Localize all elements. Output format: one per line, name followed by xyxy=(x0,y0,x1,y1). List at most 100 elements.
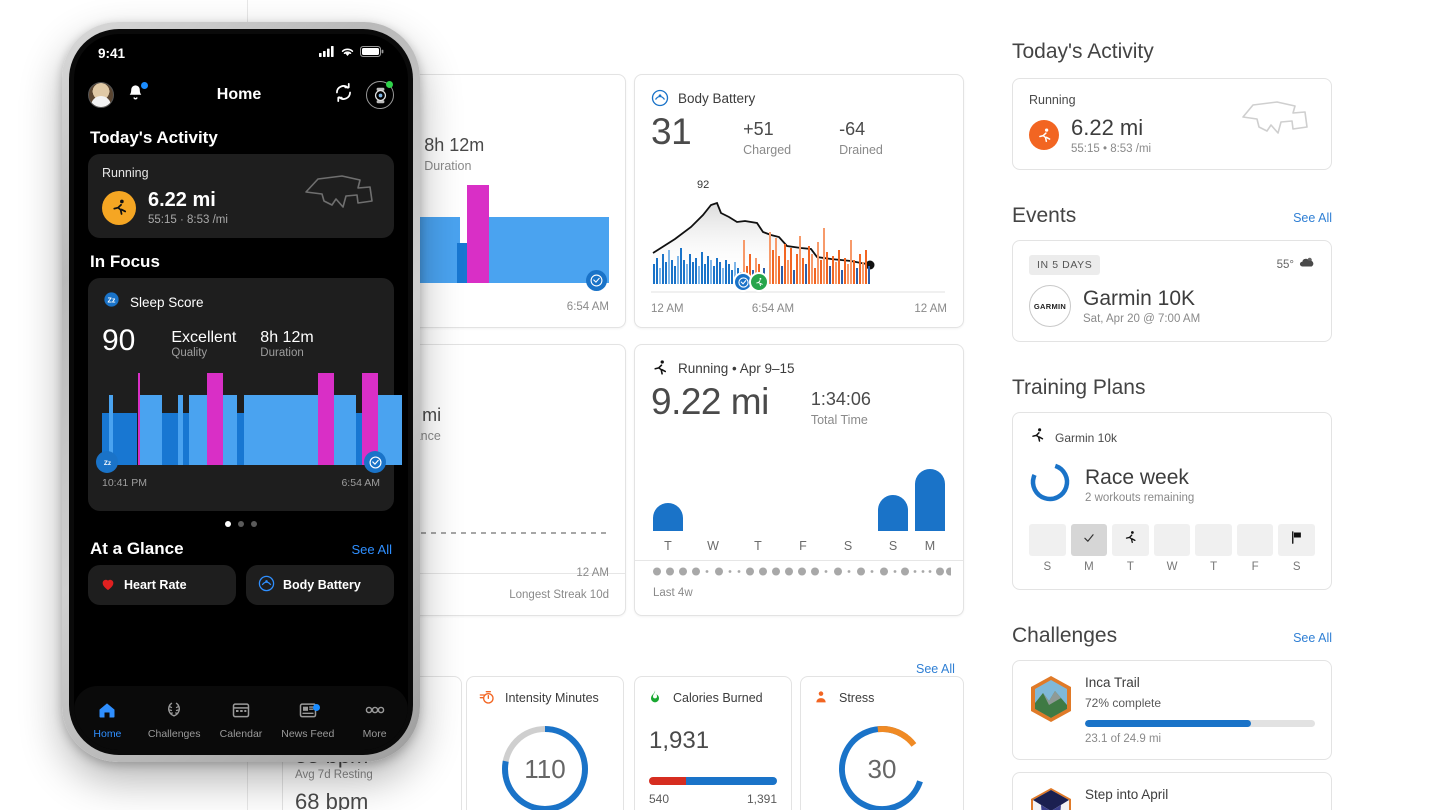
challenge-card[interactable]: Inca Trail 72% complete 23.1 of 24.9 mi xyxy=(1012,660,1332,760)
training-day-label: M xyxy=(1084,561,1094,573)
phone-glance-tile-body-battery[interactable]: Body Battery xyxy=(246,565,394,605)
sleep-duration-value: 8h 12m xyxy=(424,135,485,155)
running-day-label: T xyxy=(664,539,672,553)
running-distance: 9.22 mi xyxy=(651,381,769,422)
steps-axis-end: 12 AM xyxy=(576,567,609,579)
phone-todays-activity-title: Today's Activity xyxy=(90,128,218,147)
tab-challenges[interactable]: Challenges xyxy=(141,700,208,740)
right-activity-detail: 55:15 • 8:53 /mi xyxy=(1071,143,1152,155)
body-battery-card[interactable]: Body Battery 31 +51 Charged -64 Drained … xyxy=(634,74,964,328)
laurel-wreath-icon xyxy=(164,702,184,724)
body-battery-icon xyxy=(651,89,669,107)
tab-label: Home xyxy=(93,728,122,740)
stress-title: Stress xyxy=(839,691,875,705)
more-dots-icon xyxy=(363,706,387,724)
training-day-cell[interactable]: S xyxy=(1278,524,1316,573)
running-card-title: Running • Apr 9–15 xyxy=(678,360,795,376)
phone-sleep-duration-label: Duration xyxy=(260,347,304,359)
intensity-minutes-card[interactable]: Intensity Minutes 110 xyxy=(466,676,624,810)
tab-calendar[interactable]: Calendar xyxy=(208,700,275,740)
running-day-label: M xyxy=(924,539,936,553)
challenge-name: Inca Trail xyxy=(1085,675,1140,690)
notification-bell-icon[interactable] xyxy=(126,82,148,107)
running-time-value: 1:34:06 xyxy=(810,389,871,409)
training-day-cell[interactable]: S xyxy=(1029,524,1066,573)
running-weekly-bars: T W T F S S M xyxy=(653,425,945,553)
training-day-label: T xyxy=(1210,561,1218,573)
calories-resting-value: 540 xyxy=(649,792,670,806)
running-person-icon xyxy=(102,190,136,225)
tab-more[interactable]: More xyxy=(341,700,408,740)
phone-activity-name: Running xyxy=(102,166,149,180)
running-history-dots: Last 4w xyxy=(653,563,954,599)
running-day-label: F xyxy=(799,539,807,553)
calories-split-bar xyxy=(649,777,777,785)
tab-home[interactable]: Home xyxy=(74,700,141,740)
phone-sleep-axis-end: 6:54 AM xyxy=(341,477,380,489)
right-activity-distance: 6.22 mi xyxy=(1071,115,1144,140)
challenge-name: Step into April xyxy=(1085,787,1169,802)
phone-in-focus-title: In Focus xyxy=(90,252,160,271)
calendar-icon xyxy=(231,703,251,724)
phone-sleep-quality-value: Excellent xyxy=(171,329,237,346)
tab-news-feed[interactable]: News Feed xyxy=(274,700,341,740)
flame-icon xyxy=(647,689,665,707)
sync-refresh-icon[interactable] xyxy=(333,82,354,108)
phone-glance-tile-heart-rate[interactable]: Heart Rate xyxy=(88,565,236,605)
body-battery-icon xyxy=(258,575,275,595)
phone-glance-label: Heart Rate xyxy=(124,578,187,592)
stress-value: 30 xyxy=(867,753,897,784)
heart-icon xyxy=(100,576,116,595)
training-day-cell[interactable]: W xyxy=(1153,524,1191,573)
body-battery-charged-value: +51 xyxy=(743,119,774,139)
training-day-cell[interactable]: F xyxy=(1236,524,1274,573)
event-date: Sat, Apr 20 @ 7:00 AM xyxy=(1083,313,1201,325)
stress-card[interactable]: Stress 30 xyxy=(800,676,964,810)
home-icon xyxy=(97,703,117,724)
phone-at-a-glance-see-all[interactable]: See All xyxy=(352,542,392,557)
phone-glance-tiles: Heart Rate Body Battery xyxy=(88,565,394,605)
training-plans-title: Training Plans xyxy=(1012,376,1146,399)
training-day-cell[interactable]: T xyxy=(1112,524,1149,573)
calories-value: 1,931 xyxy=(649,727,710,754)
tab-label: News Feed xyxy=(281,728,335,740)
training-plan-card[interactable]: Garmin 10k Race week 2 workouts remainin… xyxy=(1012,412,1332,590)
race-week-title: Race week xyxy=(1085,465,1189,489)
phone-screen: 9:41 Home Today's Activity Running 6.22 … xyxy=(74,34,408,750)
calories-title: Calories Burned xyxy=(673,691,763,705)
garmin-logo-icon: GARMIN xyxy=(1029,285,1071,327)
race-flag-icon xyxy=(1289,530,1304,550)
challenges-see-all[interactable]: See All xyxy=(1293,631,1332,645)
running-week-card[interactable]: Running • Apr 9–15 9.22 mi 1:34:06 Total… xyxy=(634,344,964,616)
tab-label: Calendar xyxy=(219,728,263,740)
user-avatar[interactable] xyxy=(88,82,114,108)
sleep-zz-icon: Zz xyxy=(102,290,121,314)
calories-active-value: 1,391 xyxy=(746,792,777,806)
calories-burned-card[interactable]: Calories Burned 1,931 540 1,391 xyxy=(634,676,792,810)
training-day-label: T xyxy=(1126,561,1134,573)
running-person-icon xyxy=(1029,427,1046,449)
event-name: Garmin 10K xyxy=(1083,287,1196,310)
phone-activity-distance: 6.22 mi xyxy=(148,189,216,211)
training-day-cell[interactable]: T xyxy=(1195,524,1232,573)
battery-icon xyxy=(360,44,384,62)
training-day-cell[interactable]: M xyxy=(1070,524,1108,573)
challenge-card[interactable]: Step into April xyxy=(1012,772,1332,810)
tab-label: More xyxy=(362,728,387,740)
right-todays-activity-card[interactable]: Running 6.22 mi 55:15 • 8:53 /mi xyxy=(1012,78,1332,170)
running-day-label: W xyxy=(707,539,719,553)
phone-sleep-card[interactable]: Zz Sleep Score 90 Excellent Quality 8h 1… xyxy=(88,278,402,511)
phone-notch xyxy=(166,34,316,60)
wake-clock-icon xyxy=(586,270,607,291)
at-a-glance-see-all[interactable]: See All xyxy=(916,662,955,676)
event-card[interactable]: IN 5 DAYS 55° GARMIN Garmin 10K Sat, Apr… xyxy=(1012,240,1332,342)
training-plan-name: Garmin 10k xyxy=(1055,431,1118,445)
phone-mockup: 9:41 Home Today's Activity Running 6.22 … xyxy=(62,22,420,762)
challenges-title: Challenges xyxy=(1012,624,1118,647)
events-see-all[interactable]: See All xyxy=(1293,211,1332,225)
phone-activity-card[interactable]: Running 6.22 mi 55:15 · 8:53 /mi xyxy=(88,154,394,238)
watch-device-icon[interactable] xyxy=(366,81,394,109)
svg-text:Zz: Zz xyxy=(108,297,116,305)
training-day-label: F xyxy=(1251,561,1259,573)
hr-avg-label: Avg 7d Resting xyxy=(295,769,373,781)
